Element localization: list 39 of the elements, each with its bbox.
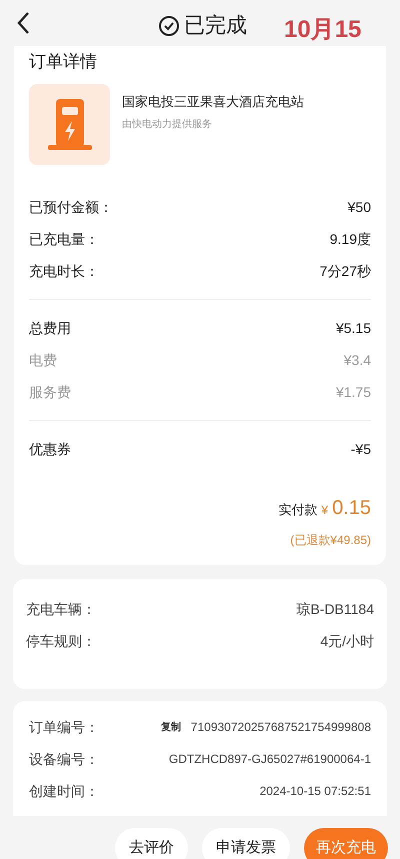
row-label: 总费用: [29, 318, 71, 338]
charger-icon: [48, 98, 92, 150]
provider-text: 由快电动力提供服务: [122, 118, 213, 132]
paid-amount: 0.15: [332, 496, 371, 521]
row-value: ¥1.75: [336, 382, 371, 402]
row-label: 停车规则：: [26, 632, 96, 650]
order-title: 订单详情: [29, 51, 98, 73]
row-label: 订单编号：: [29, 718, 99, 736]
row-label: 充电时长：: [29, 262, 99, 280]
refund-text: (已退款¥49.85): [290, 532, 371, 549]
date-annotation: 10月15: [284, 15, 362, 45]
station-name: 国家电投三亚果喜大酒店充电站: [122, 93, 304, 111]
row-value: -¥5: [350, 440, 371, 458]
row-value: 2024-10-15 07:52:51: [260, 783, 371, 800]
row-label: 优惠券: [29, 440, 71, 458]
paid-label: 实付款: [278, 501, 318, 519]
row-value: ¥5.15: [336, 318, 371, 338]
row-value: ¥3.4: [344, 350, 371, 370]
action-button[interactable]: 去评价: [115, 828, 188, 859]
row-value: 9.19度: [330, 230, 371, 248]
row-label: 充电车辆：: [26, 600, 96, 618]
row-value: 4元/小时: [320, 632, 374, 650]
check-circle-icon: [158, 14, 180, 37]
row-label: 已预付金额：: [29, 198, 113, 216]
row-value: GDTZHCD897-GJ65027#61900064-1: [168, 751, 371, 768]
copy-button[interactable]: 复制: [160, 720, 181, 734]
row-label: 服务费: [29, 382, 71, 402]
row-label: 创建时间：: [29, 782, 99, 800]
row-label: 电费: [29, 350, 57, 370]
row-label: 已充电量：: [29, 230, 99, 248]
row-value: 琼B-DB1184: [296, 600, 374, 618]
back-icon[interactable]: [16, 11, 30, 35]
row-value: 710930720257687521754999808: [190, 719, 371, 736]
row-value: ¥50: [348, 198, 371, 216]
status-title: 已完成: [184, 13, 247, 39]
row-value: 7分27秒: [320, 262, 371, 280]
action-button[interactable]: 申请发票: [202, 828, 290, 859]
row-label: 设备编号：: [29, 750, 99, 768]
currency-sign: ¥: [321, 502, 328, 519]
